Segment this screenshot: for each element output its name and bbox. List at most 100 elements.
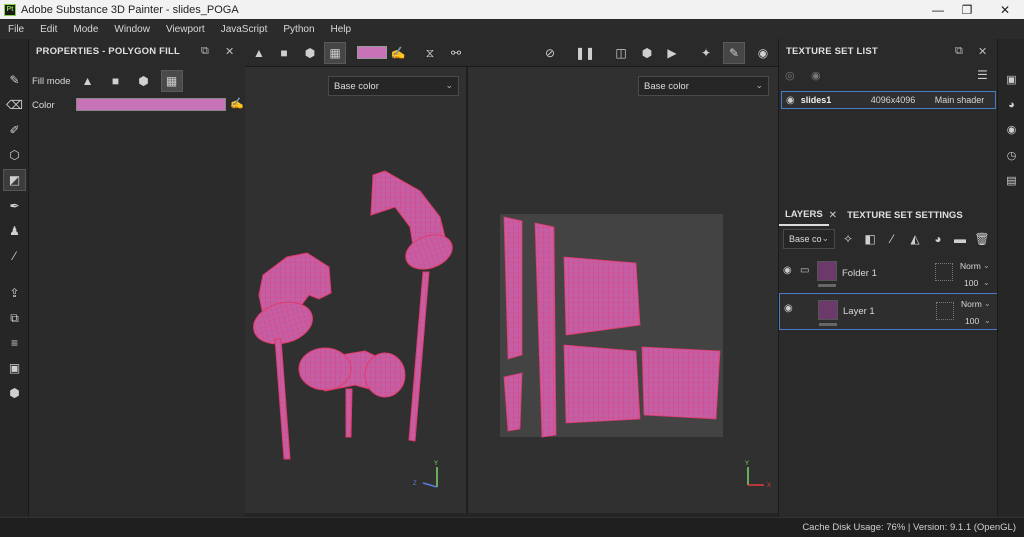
blend-mode-select[interactable]: Norm — [960, 261, 981, 271]
display-settings-icon[interactable]: ◕ — [1003, 96, 1020, 113]
color-row: Color ✍ — [32, 97, 244, 113]
assets-icon[interactable]: ▣ — [1003, 71, 1020, 88]
opacity-value[interactable]: 100 — [965, 316, 979, 326]
mesh-3d-view[interactable]: Y Z — [245, 67, 466, 513]
toolbar-color-swatch[interactable] — [357, 46, 387, 59]
menu-viewport[interactable]: Viewport — [158, 24, 213, 35]
smudge-icon[interactable]: ✒ — [3, 195, 26, 217]
menu-edit[interactable]: Edit — [32, 24, 65, 35]
hide-icon[interactable]: ⊘ — [539, 42, 561, 64]
list-menu-icon[interactable]: ☰ — [977, 68, 988, 82]
symmetry-icon[interactable]: ⧖ — [419, 42, 441, 64]
viewport-2d[interactable]: Base color ⌄ Y X — [468, 67, 778, 513]
toolbar-eyedropper-icon[interactable]: ✍ — [387, 42, 409, 64]
uv-mode-icon[interactable]: ▦ — [324, 42, 346, 64]
opacity-value[interactable]: 100 — [964, 278, 978, 288]
right-panel: TEXTURE SET LIST ⧉ ✕ ◎ ◉ ☰ ◉ slides1 409… — [778, 39, 998, 517]
geometry-mask-icon[interactable]: ⬡ — [3, 144, 26, 166]
chevron-down-icon: ⌄ — [983, 261, 990, 270]
camera-icon[interactable]: ▶ — [661, 42, 683, 64]
texture-set-shader[interactable]: Main shader — [935, 95, 985, 105]
delete-layer-icon[interactable]: 🗑 — [973, 230, 991, 248]
export-icon[interactable]: ⇪ — [3, 282, 26, 304]
maximize-button[interactable]: ❐ — [950, 0, 984, 19]
add-effect-icon[interactable]: ✧ — [839, 230, 857, 248]
color-picker-icon[interactable]: ⁄ — [3, 245, 26, 267]
menu-file[interactable]: File — [0, 24, 32, 35]
float-panel-icon[interactable]: ⧉ — [201, 45, 209, 58]
close-panel-icon[interactable]: ✕ — [225, 45, 234, 58]
layer-name[interactable]: Folder 1 — [842, 268, 877, 279]
menu-window[interactable]: Window — [106, 24, 158, 35]
screenshot-icon[interactable]: ◉ — [752, 42, 774, 64]
projection-icon[interactable]: ✐ — [3, 119, 26, 141]
pipe-opening — [253, 301, 313, 345]
mesh-mode-icon[interactable]: ⬢ — [299, 42, 321, 64]
close-panel-icon[interactable]: ✕ — [978, 45, 987, 58]
paint-brush-icon[interactable]: ✎ — [3, 69, 26, 91]
tab-texture-set-settings[interactable]: TEXTURE SET SETTINGS — [841, 204, 969, 226]
float-panel-icon[interactable]: ⧉ — [955, 45, 963, 58]
close-window-button[interactable]: ✕ — [988, 0, 1022, 19]
viewport-3d[interactable]: Base color ⌄ Y Z — [245, 67, 466, 513]
uv-2d-view[interactable]: Y X — [468, 67, 778, 513]
layer-thumbnail — [817, 261, 837, 281]
texture-set-list-header: TEXTURE SET LIST ⧉ ✕ — [779, 39, 997, 63]
effects-icon[interactable]: ✦ — [695, 42, 717, 64]
pipe-leg — [408, 271, 430, 442]
measure-icon[interactable]: ≡ — [3, 332, 26, 354]
eraser-icon[interactable]: ⌫ — [3, 94, 26, 116]
properties-title: PROPERTIES - POLYGON FILL — [36, 45, 180, 57]
mask-slot[interactable] — [936, 302, 954, 320]
eye-icon[interactable]: ◉ — [786, 95, 795, 106]
polygon-fill-icon[interactable]: ◩ — [3, 169, 26, 191]
fill-polygon-icon[interactable]: ■ — [105, 70, 127, 92]
add-paint-layer-icon[interactable]: ⁄ — [883, 230, 901, 248]
add-smart-material-icon[interactable]: ◕ — [929, 230, 947, 248]
fill-mesh-icon[interactable]: ⬢ — [133, 70, 155, 92]
axis-y-label: Y — [434, 461, 438, 467]
log-icon[interactable]: ▤ — [1003, 172, 1020, 189]
menu-bar: File Edit Mode Window Viewport JavaScrip… — [0, 19, 1024, 39]
layer-name[interactable]: Layer 1 — [843, 306, 875, 317]
add-fill-layer-icon[interactable]: ◭ — [906, 230, 924, 248]
lazy-mouse-icon[interactable]: ⚯ — [445, 42, 467, 64]
shader-settings-icon[interactable]: ◉ — [1003, 121, 1020, 138]
fill-uv-chunk-icon[interactable]: ▦ — [160, 70, 183, 92]
menu-help[interactable]: Help — [323, 24, 360, 35]
menu-javascript[interactable]: JavaScript — [213, 24, 276, 35]
tab-layers[interactable]: LAYERS — [779, 204, 829, 226]
object-mode-icon[interactable]: ⬢ — [636, 42, 658, 64]
history-icon[interactable]: ◷ — [1003, 147, 1020, 164]
texture-set-row[interactable]: ◉ slides1 4096x4096 Main shader — [781, 91, 996, 109]
eye-icon[interactable]: ◉ — [784, 303, 793, 314]
view-mode-icon[interactable]: ◫ — [610, 42, 632, 64]
add-folder-icon[interactable]: ▬ — [951, 230, 969, 248]
menu-python[interactable]: Python — [275, 24, 322, 35]
triangle-mode-icon[interactable]: ▲ — [248, 42, 270, 64]
clone-stamp-icon[interactable]: ♟ — [3, 220, 26, 242]
pipe-opening — [405, 234, 453, 270]
close-tab-icon[interactable]: ✕ — [829, 210, 837, 221]
visibility-icon[interactable]: ◉ — [811, 69, 821, 82]
layer-channel-select[interactable]: Base co ⌄ — [783, 229, 835, 249]
layer-row-folder[interactable]: ◉ ▭ Folder 1 Norm ⌄ 100 ⌄ — [779, 255, 998, 292]
menu-mode[interactable]: Mode — [65, 24, 106, 35]
share-icon[interactable]: ⬢ — [3, 382, 26, 404]
add-mask-icon[interactable]: ◧ — [861, 230, 879, 248]
blend-mode-select[interactable]: Norm — [961, 299, 982, 309]
mask-slot[interactable] — [935, 263, 953, 281]
layer-row-layer[interactable]: ◉ Layer 1 Norm ⌄ 100 ⌄ — [779, 293, 998, 330]
eye-icon[interactable]: ◉ — [783, 265, 792, 276]
pause-icon[interactable]: ❚❚ — [574, 42, 596, 64]
bake-icon[interactable]: ⧉ — [3, 307, 26, 329]
fill-triangle-icon[interactable]: ▲ — [77, 70, 99, 92]
color-swatch[interactable] — [76, 98, 226, 111]
eyedropper-icon[interactable]: ✍ — [230, 97, 244, 110]
pipe-leg — [274, 338, 291, 460]
polygon-mode-icon[interactable]: ■ — [273, 42, 295, 64]
window-title: Adobe Substance 3D Painter - slides_POGA — [21, 3, 239, 16]
brush-toggle-icon[interactable]: ✎ — [723, 42, 745, 64]
hide-all-icon[interactable]: ◎ — [785, 69, 795, 82]
render-icon[interactable]: ▣ — [3, 357, 26, 379]
